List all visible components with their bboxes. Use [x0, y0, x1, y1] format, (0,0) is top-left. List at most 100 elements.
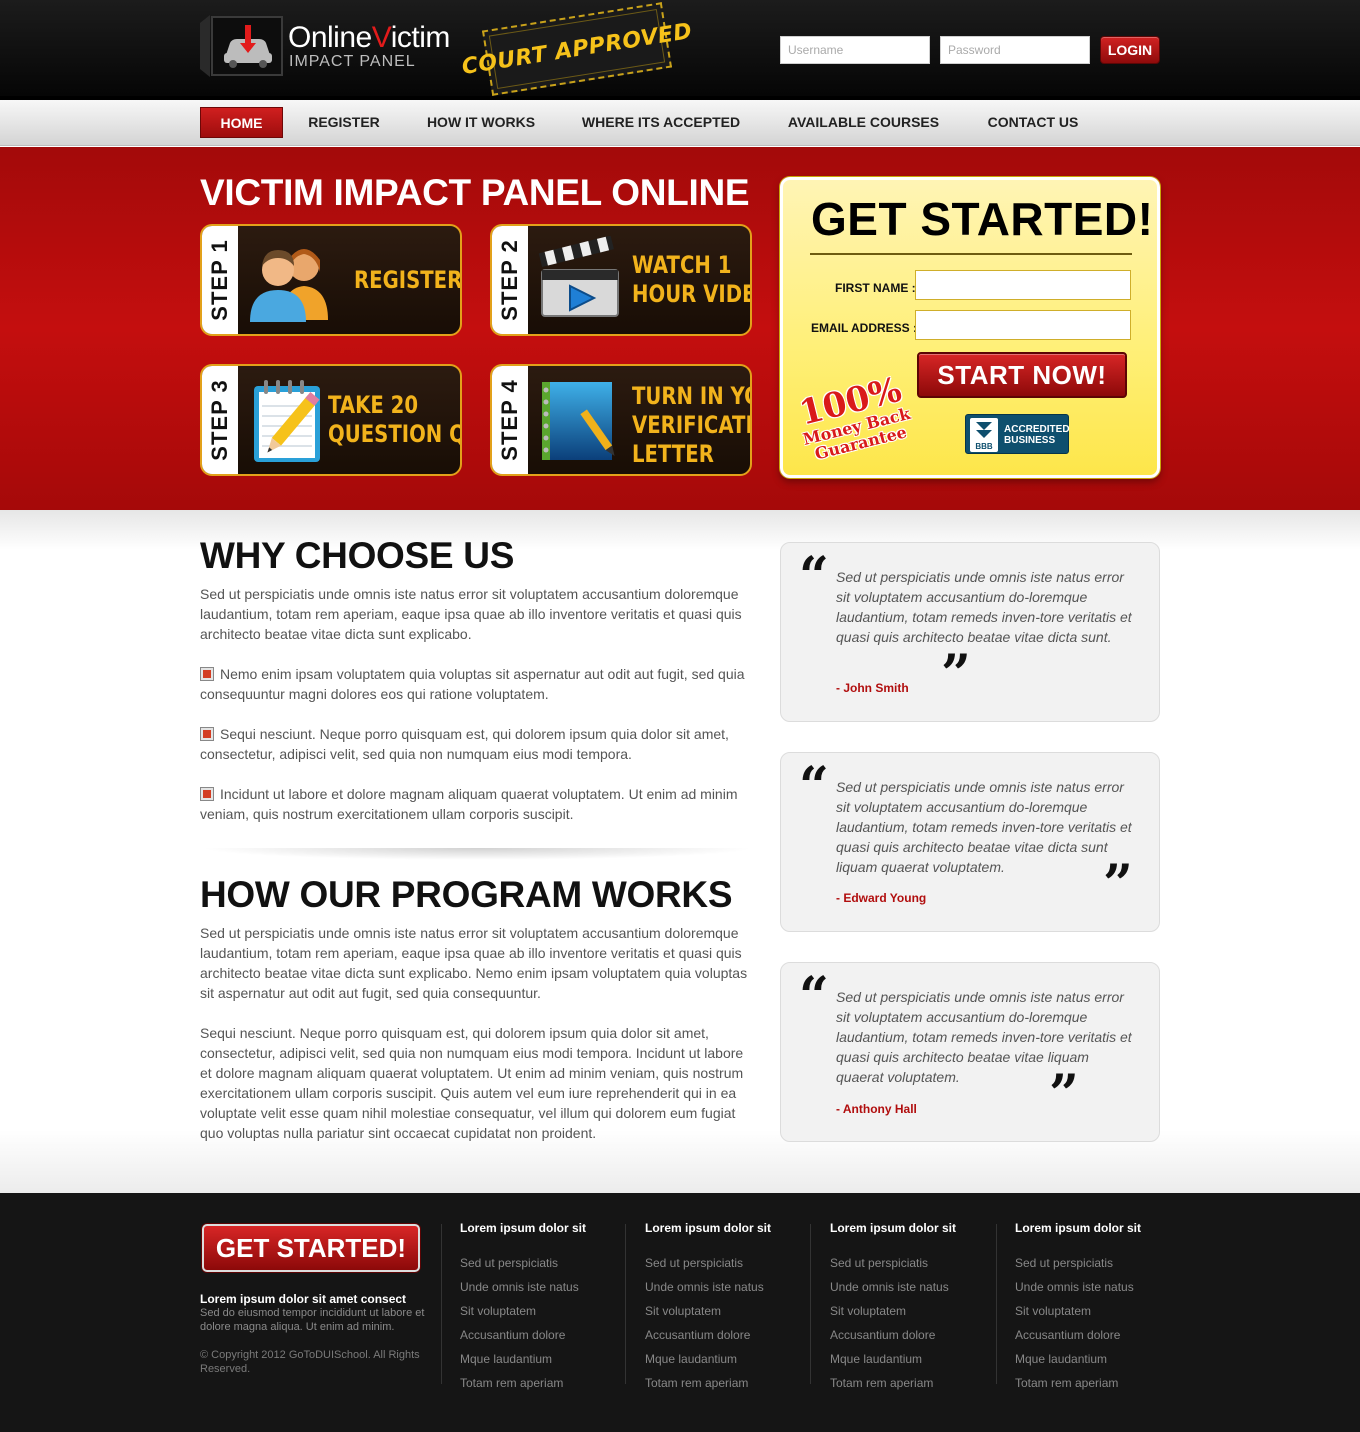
section-divider: [200, 848, 755, 860]
footer-link[interactable]: Accusantium dolore: [645, 1323, 815, 1347]
footer-link[interactable]: Mque laudantium: [1015, 1347, 1185, 1371]
checkbox-icon: [200, 787, 214, 801]
testimonial-author: - Edward Young: [836, 891, 927, 905]
step-card-watch-video[interactable]: STEP 2 WATCH 1HOUR VIDEO: [490, 224, 752, 336]
footer-tagline: Lorem ipsum dolor sit amet consect: [200, 1292, 407, 1306]
footer-link[interactable]: Sed ut perspiciatis: [645, 1251, 815, 1275]
logo-subtitle: IMPACT PANEL: [289, 53, 416, 70]
notepad-pencil-icon: [254, 380, 320, 462]
footer-link[interactable]: Sit voluptatem: [460, 1299, 630, 1323]
bbb-accredited-badge[interactable]: BBB ACCREDITED BUSINESS: [965, 414, 1070, 454]
footer-separator: [441, 1224, 442, 1384]
footer-link[interactable]: Sed ut perspiciatis: [460, 1251, 630, 1275]
footer-link[interactable]: Mque laudantium: [645, 1347, 815, 1371]
program-paragraph-1: Sed ut perspiciatis unde omnis iste natu…: [200, 925, 748, 1001]
footer-link[interactable]: Unde omnis iste natus: [645, 1275, 815, 1299]
footer-column-title: Lorem ipsum dolor sit: [460, 1221, 587, 1235]
close-quote-icon: ”: [941, 644, 971, 705]
nav-where-its-accepted[interactable]: WHERE ITS ACCEPTED: [573, 107, 749, 138]
login-button[interactable]: LOGIN: [1100, 36, 1160, 64]
footer-link[interactable]: Unde omnis iste natus: [830, 1275, 1000, 1299]
money-back-guarantee-badge: 100% Money Back Guarantee: [795, 369, 913, 464]
header-bar: OnlineVictim IMPACT PANEL COURT APPROVED…: [0, 0, 1360, 100]
step-card-register[interactable]: STEP 1 REGISTER: [200, 224, 462, 336]
footer-link[interactable]: Sed ut perspiciatis: [1015, 1251, 1185, 1275]
close-quote-icon: ”: [1049, 1064, 1079, 1125]
footer-link[interactable]: Sed ut perspiciatis: [830, 1251, 1000, 1275]
hero-section: VICTIM IMPACT PANEL ONLINE STEP 1 REGIST…: [0, 147, 1360, 510]
nav-contact-us[interactable]: CONTACT US: [978, 107, 1088, 138]
email-label: EMAIL ADDRESS :: [811, 321, 918, 335]
signup-divider: [810, 253, 1132, 255]
testimonial-author: - John Smith: [836, 681, 909, 695]
step-label: REGISTER: [354, 266, 462, 294]
nav-home[interactable]: HOME: [200, 107, 283, 138]
why-intro-text: Sed ut perspiciatis unde omnis iste natu…: [200, 586, 742, 642]
svg-text:BBB: BBB: [975, 442, 993, 451]
first-name-input[interactable]: [915, 270, 1131, 300]
testimonial-text: Sed ut perspiciatis unde omnis iste natu…: [836, 779, 1132, 875]
footer-link[interactable]: Accusantium dolore: [1015, 1323, 1185, 1347]
open-quote-icon: “: [799, 546, 829, 607]
footer-column-title: Lorem ipsum dolor sit: [1015, 1221, 1142, 1235]
stamp-text: COURT APPROVED: [460, 9, 694, 89]
footer-column: Lorem ipsum dolor sit Sed ut perspiciati…: [460, 1221, 630, 1395]
testimonial-card: “ Sed ut perspiciatis unde omnis iste na…: [780, 752, 1160, 932]
footer-link[interactable]: Totam rem aperiam: [460, 1371, 630, 1395]
step-tab: STEP 1: [202, 226, 238, 334]
footer-link[interactable]: Mque laudantium: [830, 1347, 1000, 1371]
footer-column-title: Lorem ipsum dolor sit: [645, 1221, 772, 1235]
footer-link[interactable]: Sit voluptatem: [830, 1299, 1000, 1323]
footer-link[interactable]: Unde omnis iste natus: [1015, 1275, 1185, 1299]
footer-get-started-button[interactable]: GET STARTED!: [202, 1224, 420, 1272]
signup-title: GET STARTED!: [811, 193, 1154, 245]
footer-description: Sed do eiusmod tempor incididunt ut labo…: [200, 1307, 425, 1333]
signup-panel: GET STARTED! FIRST NAME : EMAIL ADDRESS …: [780, 177, 1160, 478]
checkbox-icon: [200, 667, 214, 681]
first-name-label: FIRST NAME :: [835, 281, 916, 295]
nav-register[interactable]: REGISTER: [300, 107, 388, 138]
step-tab: STEP 2: [492, 226, 528, 334]
nav-how-it-works[interactable]: HOW IT WORKS: [418, 107, 544, 138]
footer: GET STARTED! Lorem ipsum dolor sit amet …: [0, 1193, 1360, 1432]
footer-column: Lorem ipsum dolor sit Sed ut perspiciati…: [830, 1221, 1000, 1395]
open-quote-icon: “: [799, 966, 829, 1027]
footer-link[interactable]: Mque laudantium: [460, 1347, 630, 1371]
footer-link[interactable]: Totam rem aperiam: [830, 1371, 1000, 1395]
site-logo[interactable]: OnlineVictim IMPACT PANEL: [200, 15, 475, 77]
testimonial-card: “ Sed ut perspiciatis unde omnis iste na…: [780, 962, 1160, 1142]
footer-column-title: Lorem ipsum dolor sit: [830, 1221, 957, 1235]
footer-link[interactable]: Unde omnis iste natus: [460, 1275, 630, 1299]
testimonial-card: “ Sed ut perspiciatis unde omnis iste na…: [780, 542, 1160, 722]
footer-link[interactable]: Sit voluptatem: [645, 1299, 815, 1323]
email-input[interactable]: [915, 310, 1131, 340]
start-now-button[interactable]: START NOW!: [917, 352, 1127, 398]
password-input[interactable]: [940, 36, 1090, 64]
step-label: TURN IN YOURVERIFICATIONLETTER: [632, 382, 750, 468]
why-point: Nemo enim ipsam voluptatem quia voluptas…: [200, 666, 745, 702]
step-card-quiz[interactable]: STEP 3 TAKE 20QUESTION QUIZ: [200, 364, 462, 476]
footer-link[interactable]: Accusantium dolore: [830, 1323, 1000, 1347]
footer-link[interactable]: Totam rem aperiam: [645, 1371, 815, 1395]
username-input[interactable]: [780, 36, 930, 64]
court-approved-stamp: COURT APPROVED: [460, 2, 694, 96]
footer-link[interactable]: Sit voluptatem: [1015, 1299, 1185, 1323]
why-point: Sequi nesciunt. Neque porro quisquam est…: [200, 726, 729, 762]
nav-available-courses[interactable]: AVAILABLE COURSES: [778, 107, 949, 138]
clapperboard-icon: [538, 236, 619, 317]
program-paragraph-2: Sequi nesciunt. Neque porro quisquam est…: [200, 1025, 744, 1141]
footer-link[interactable]: Totam rem aperiam: [1015, 1371, 1185, 1395]
step-tab: STEP 3: [202, 366, 238, 474]
logo-name: OnlineVictim: [288, 21, 450, 54]
close-quote-icon: ”: [1103, 854, 1133, 915]
step-card-verification-letter[interactable]: STEP 4 TURN IN YOURVERIFICATIONLETTER: [490, 364, 752, 476]
car-logo-icon: [200, 15, 283, 77]
testimonial-author: - Anthony Hall: [836, 1102, 917, 1116]
testimonial-text: Sed ut perspiciatis unde omnis iste natu…: [836, 569, 1132, 645]
program-title: HOW OUR PROGRAM WORKS: [200, 874, 733, 915]
footer-link[interactable]: Accusantium dolore: [460, 1323, 630, 1347]
why-point: Incidunt ut labore et dolore magnam aliq…: [200, 786, 738, 822]
footer-copyright: © Copyright 2012 GoToDUISchool. All Righ…: [200, 1349, 420, 1375]
step-label: TAKE 20QUESTION QUIZ: [328, 391, 460, 448]
notebook-pen-icon: [542, 382, 615, 460]
